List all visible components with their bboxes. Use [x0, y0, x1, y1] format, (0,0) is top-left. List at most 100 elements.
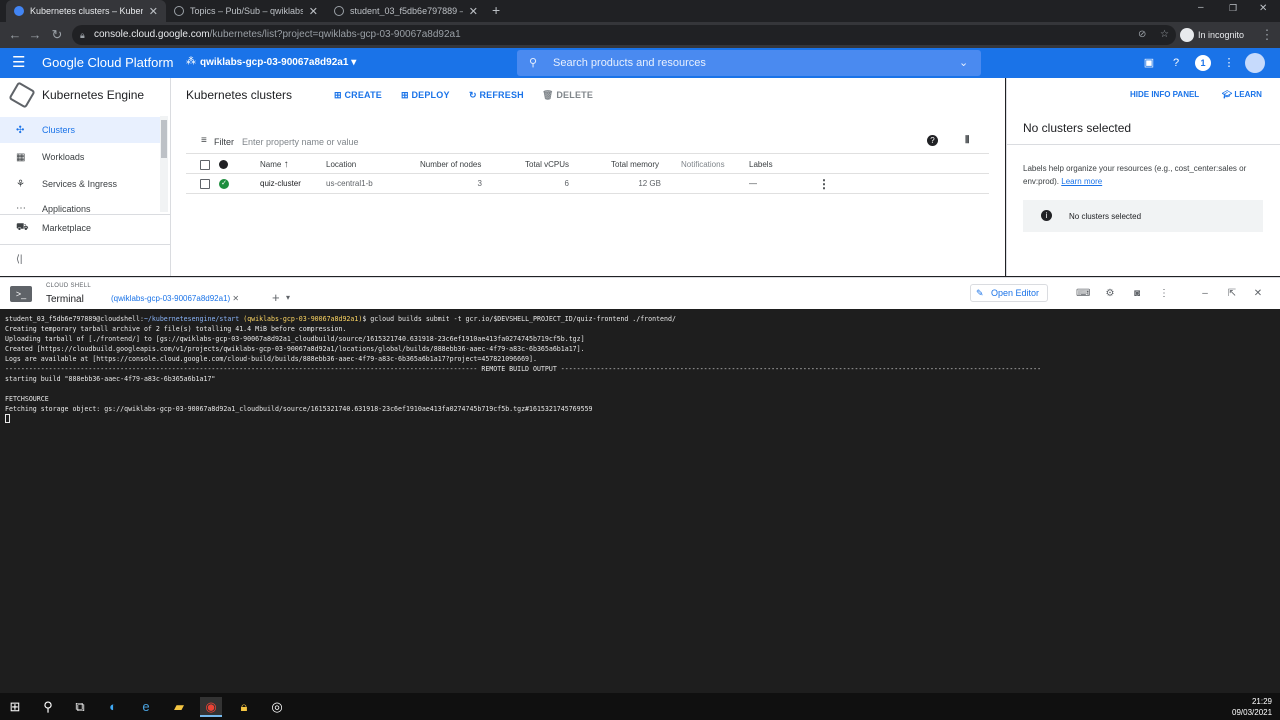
close-tab-icon[interactable]: ✕ [232, 294, 239, 303]
sidebar-item-marketplace[interactable]: ⛟ Marketplace [0, 215, 160, 241]
terminal-output[interactable]: student_03_f5db6e797889@cloudshell:~/kub… [0, 309, 1280, 693]
browser-address-bar: ← → ↻ 🔒︎ console.cloud.google.com/kubern… [0, 22, 1280, 48]
column-header-location[interactable]: Location [326, 156, 356, 173]
url-path: /kubernetes/list?project=qwiklabs-gcp-03… [209, 29, 461, 40]
column-header-labels[interactable]: Labels [749, 156, 773, 173]
column-header-name[interactable]: Name ↑ [260, 156, 289, 173]
select-all-checkbox[interactable] [200, 156, 210, 173]
tracking-off-icon[interactable]: ⊘ [1138, 25, 1146, 45]
task-view-icon[interactable]: ⧉ [69, 697, 91, 717]
row-actions-icon[interactable]: ⋮ [818, 174, 830, 193]
learn-more-link[interactable]: Learn more [1061, 177, 1102, 186]
project-dots-icon: ⁂ [186, 56, 196, 67]
deploy-button[interactable]: ⊞ DEPLOY [401, 90, 450, 101]
deploy-label: DEPLOY [411, 90, 450, 100]
create-button[interactable]: ⊞ CREATE [334, 90, 382, 101]
cluster-name-link[interactable]: quiz-cluster [260, 174, 301, 193]
tab-label: Kubernetes clusters – Kubernetes [30, 6, 143, 16]
search-icon[interactable]: ⚲ [37, 697, 59, 717]
close-tab-icon[interactable]: ✕ [469, 5, 478, 18]
hide-info-panel-button[interactable]: HIDE INFO PANEL [1130, 90, 1199, 99]
close-tab-icon[interactable]: ✕ [309, 5, 318, 18]
refresh-button[interactable]: ↻ REFRESH [469, 90, 524, 101]
project-selector[interactable]: qwiklabs-gcp-03-90067a8d92a1 ▾ [200, 57, 356, 68]
back-icon[interactable]: ← [6, 26, 24, 44]
hamburger-menu-icon[interactable]: ☰ [12, 55, 25, 71]
more-vert-icon[interactable]: ⋮ [1157, 287, 1171, 301]
browser-tab-student[interactable]: student_03_f5db6e797889 — The ✕ [326, 0, 486, 22]
open-new-window-icon[interactable]: ⇱ [1225, 287, 1239, 301]
scrollbar-thumb[interactable] [161, 120, 167, 158]
account-avatar[interactable] [1245, 53, 1265, 73]
info-panel: HIDE INFO PANEL 🎓︎ LEARN No clusters sel… [1006, 78, 1280, 276]
notifications-badge[interactable]: 1 [1195, 55, 1211, 71]
tab-menu-icon[interactable]: ▾ [286, 293, 290, 302]
info-heading: No clusters selected [1023, 121, 1132, 135]
forward-icon[interactable]: → [26, 26, 44, 44]
lock-app-icon[interactable]: 🔒︎ [233, 697, 255, 717]
clusters-icon: ✣ [16, 124, 25, 136]
windows-taskbar: ⊞ ⚲ ⧉ ◐ e ▰ ◉ 🔒︎ ◎ 21:29 09/03/2021 [0, 693, 1280, 720]
window-close-icon[interactable]: ✕ [1259, 3, 1267, 14]
gcp-brand[interactable]: Google Cloud Platform [42, 55, 174, 70]
url-field[interactable]: 🔒︎ console.cloud.google.com/kubernetes/l… [72, 25, 1176, 45]
column-display-icon[interactable]: ⦀ [965, 135, 969, 146]
table-header: Name ↑ Location Number of nodes Total vC… [186, 156, 989, 174]
sidebar-scrollbar[interactable] [160, 116, 168, 212]
labels-help-text: Labels help organize your resources (e.g… [1023, 164, 1247, 186]
close-tab-icon[interactable]: ✕ [149, 5, 158, 18]
column-header-nodes[interactable]: Number of nodes [420, 156, 481, 173]
add-tab-icon[interactable]: + [272, 290, 280, 305]
new-tab-icon[interactable]: + [492, 2, 500, 18]
column-header-memory[interactable]: Total memory [611, 156, 659, 173]
terminal-line: starting build "888ebb36-aaec-4f79-a83c-… [5, 375, 216, 383]
browser-tab-pubsub[interactable]: Topics – Pub/Sub – qwiklabs-gcp ✕ [166, 0, 326, 22]
file-explorer-icon[interactable]: ▰ [168, 697, 190, 717]
delete-button[interactable]: 🗑︎ DELETE [542, 90, 593, 101]
sidebar-item-workloads[interactable]: ▦ Workloads [0, 144, 160, 170]
browser-tab-kubernetes[interactable]: Kubernetes clusters – Kubernetes ✕ [6, 0, 166, 22]
workloads-icon: ▦ [16, 151, 26, 163]
chrome-icon[interactable]: ◉ [200, 697, 222, 717]
edge-icon[interactable]: ◐ [102, 697, 124, 717]
sort-ascending-icon: ↑ [283, 159, 289, 170]
sidebar-item-applications[interactable]: ⋯ Applications [0, 198, 160, 214]
app-icon[interactable]: ◎ [266, 697, 288, 717]
more-options-icon[interactable]: ⋮ [1221, 55, 1237, 71]
help-icon[interactable]: ? [927, 135, 938, 146]
windows-start-icon[interactable]: ⊞ [4, 697, 26, 717]
incognito-icon [1180, 28, 1194, 42]
collapse-sidebar-icon[interactable]: ⟨| [16, 254, 23, 265]
shell-tab[interactable]: (qwiklabs-gcp-03-90067a8d92a1) ✕ [111, 294, 239, 303]
incognito-indicator[interactable]: In incognito [1180, 25, 1244, 45]
cloud-shell-icon[interactable]: ▣ [1141, 55, 1157, 71]
search-bar[interactable]: ⚲ Search products and resources ⌄ [517, 50, 981, 76]
open-editor-button[interactable]: ✎ Open Editor [970, 284, 1048, 302]
sidebar-item-services[interactable]: ⚘ Services & Ingress [0, 171, 160, 197]
filter-input[interactable]: Enter property name or value [242, 137, 742, 147]
browser-menu-icon[interactable]: ⋮ [1258, 26, 1276, 44]
keyboard-icon[interactable]: ⌨ [1076, 287, 1090, 301]
window-minimize-icon[interactable]: – [1198, 2, 1204, 13]
window-maximize-icon[interactable]: ❐ [1229, 3, 1237, 14]
sidebar-item-clusters[interactable]: ✣ Clusters [0, 117, 160, 143]
expand-search-icon[interactable]: ⌄ [959, 50, 968, 76]
close-shell-icon[interactable]: ✕ [1251, 287, 1265, 301]
filter-icon: ≡ [201, 135, 207, 146]
minimize-shell-icon[interactable]: – [1198, 287, 1212, 301]
learn-button[interactable]: 🎓︎ LEARN [1222, 90, 1262, 99]
star-icon[interactable]: ☆ [1160, 25, 1169, 45]
internet-explorer-icon[interactable]: e [135, 697, 157, 717]
pubsub-favicon-icon [174, 6, 184, 16]
sidebar-item-label: Marketplace [42, 223, 92, 233]
system-clock[interactable]: 21:29 09/03/2021 [1232, 696, 1272, 718]
web-preview-icon[interactable]: ◙ [1130, 287, 1144, 301]
table-row[interactable]: ✓ quiz-cluster us-central1-b 3 6 12 GB —… [186, 174, 989, 194]
column-header-notifications[interactable]: Notifications [681, 156, 725, 173]
reload-icon[interactable]: ↻ [48, 26, 66, 44]
column-header-vcpus[interactable]: Total vCPUs [525, 156, 569, 173]
help-icon[interactable]: ? [1168, 55, 1184, 71]
add-box-icon: ⊞ [334, 90, 342, 100]
row-checkbox[interactable] [200, 174, 210, 193]
settings-icon[interactable]: ⚙ [1103, 287, 1117, 301]
